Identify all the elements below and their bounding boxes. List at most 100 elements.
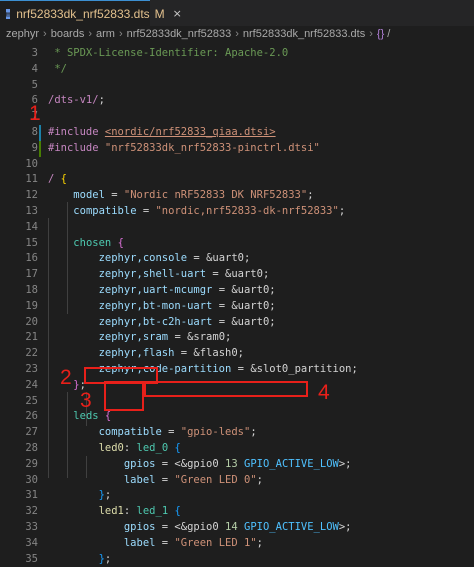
code-text: chosen {	[48, 236, 124, 252]
code-line[interactable]: 17 zephyr,shell-uart = &uart0;	[0, 267, 474, 283]
line-number: 13	[25, 205, 38, 217]
code-token: #include	[48, 126, 105, 138]
line-number: 35	[25, 552, 38, 565]
tab-active-file[interactable]: ▤ nrf52833dk_nrf52833.dts M ×	[0, 0, 182, 26]
line-number: 34	[25, 536, 38, 549]
code-line[interactable]: 12 model = "Nordic nRF52833 DK NRF52833"…	[0, 188, 474, 204]
code-line[interactable]: 21 zephyr,sram = &sram0;	[0, 330, 474, 346]
code-token: =	[168, 331, 188, 344]
code-line[interactable]: 14	[0, 220, 474, 236]
code-line[interactable]: 7	[0, 109, 474, 125]
git-change-marker[interactable]	[39, 125, 41, 141]
code-line[interactable]: 33 gpios = <&gpio0 14 GPIO_ACTIVE_LOW>;	[0, 520, 474, 536]
code-line[interactable]: 16 zephyr,console = &uart0;	[0, 251, 474, 267]
breadcrumb-item[interactable]: nrf52833dk_nrf52833	[127, 28, 232, 40]
code-text: zephyr,sram = &sram0;	[48, 330, 232, 346]
code-line[interactable]: 9 #include "nrf52833dk_nrf52833-pinctrl.d…	[0, 140, 474, 157]
code-token: led0	[98, 442, 124, 454]
code-line[interactable]: 31 };	[0, 488, 474, 504]
code-line[interactable]: 19 zephyr,bt-mon-uart = &uart0;	[0, 299, 474, 315]
code-text: led0: led_0 {	[48, 441, 181, 457]
code-token: =	[212, 299, 232, 312]
code-line[interactable]: 5	[0, 78, 474, 94]
code-token: =	[161, 426, 181, 439]
code-token: gpios	[123, 457, 156, 470]
code-line[interactable]: 29 gpios = <&gpio0 13 GPIO_ACTIVE_LOW>;	[0, 457, 474, 473]
code-token: =	[155, 536, 175, 549]
breadcrumb-item[interactable]: boards	[51, 28, 85, 40]
code-text: label = "Green LED 1";	[48, 536, 263, 552]
code-line[interactable]: 10	[0, 157, 474, 173]
code-token: "Green LED 0"	[174, 473, 257, 486]
line-number: 18	[25, 284, 38, 296]
code-token: 13	[225, 457, 238, 470]
code-token: "Green LED 1"	[174, 536, 257, 549]
code-line[interactable]: 30 label = "Green LED 0";	[0, 473, 474, 489]
breadcrumb-item[interactable]: arm	[96, 28, 115, 40]
code-line[interactable]: 35 };	[0, 552, 474, 567]
code-text: compatible = "gpio-leds";	[48, 425, 257, 441]
code-token: &gpio0	[180, 521, 219, 533]
code-token: ;	[269, 284, 276, 296]
code-line[interactable]: 26 leds {	[0, 409, 474, 425]
code-line[interactable]: 32 led1: led_1 {	[0, 504, 474, 520]
breadcrumb: zephyr › boards › arm › nrf52833dk_nrf52833…	[0, 26, 474, 42]
code-line[interactable]: 34 label = "Green LED 1";	[0, 536, 474, 552]
annotation-number-2: 2	[60, 366, 72, 389]
symbol-node-icon: {}	[376, 28, 385, 40]
code-token: =	[174, 347, 194, 360]
line-number: 9	[31, 141, 38, 154]
code-text: zephyr,shell-uart = &uart0;	[48, 267, 270, 283]
code-line[interactable]: 15 chosen {	[0, 236, 474, 252]
code-token: zephyr,bt-c2h-uart	[98, 315, 213, 328]
line-number: 30	[25, 473, 38, 486]
breadcrumb-item[interactable]: nrf52833dk_nrf52833.dts	[243, 28, 365, 40]
code-token: "nrf52833dk_nrf52833-pinctrl.dtsi"	[104, 141, 320, 154]
code-token: * SPDX-License-Identifier: Apache-2.0	[48, 47, 289, 59]
code-line[interactable]: 22 zephyr,flash = &flash0;	[0, 346, 474, 362]
line-number: 16	[25, 252, 38, 265]
code-token: gpios	[123, 521, 156, 533]
breadcrumb-item[interactable]: zephyr	[6, 28, 39, 40]
code-text: };	[48, 488, 112, 504]
code-text: gpios = <&gpio0 14 GPIO_ACTIVE_LOW>;	[48, 520, 352, 536]
code-token: model	[73, 189, 105, 202]
code-line[interactable]: 27 compatible = "gpio-leds";	[0, 425, 474, 441]
code-token: compatible	[73, 205, 137, 217]
code-line[interactable]: 18 zephyr,uart-mcumgr = &uart0;	[0, 283, 474, 299]
code-line[interactable]: 20 zephyr,bt-c2h-uart = &uart0;	[0, 315, 474, 331]
line-number: 19	[25, 299, 38, 312]
code-line[interactable]: 13 compatible = "nordic,nrf52833-dk-nrf5…	[0, 204, 474, 220]
git-change-marker[interactable]	[39, 140, 41, 157]
code-token: <nordic/nrf52833_qiaa.dtsi>	[104, 126, 276, 138]
code-line[interactable]: 3 * SPDX-License-Identifier: Apache-2.0	[0, 46, 474, 62]
code-token: &flash0	[193, 347, 238, 360]
line-number: 25	[25, 394, 38, 407]
code-text: label = "Green LED 0";	[48, 473, 263, 489]
code-line[interactable]: 8 #include <nordic/nrf52833_qiaa.dtsi>	[0, 125, 474, 141]
breadcrumb-item[interactable]: /	[387, 28, 390, 40]
close-icon[interactable]: ×	[173, 7, 182, 20]
code-token: {	[174, 442, 181, 454]
line-number: 32	[25, 505, 38, 518]
line-number: 4	[31, 62, 38, 75]
code-token: zephyr,flash	[98, 347, 175, 360]
code-line[interactable]: 4 */	[0, 62, 474, 78]
code-text: };	[48, 552, 112, 567]
code-token: = <	[155, 457, 181, 470]
annotation-number-1: 1	[29, 102, 41, 125]
code-token: :	[123, 442, 137, 454]
line-number: 23	[25, 363, 38, 375]
code-line[interactable]: 6/dts-v1/;	[0, 93, 474, 109]
code-editor[interactable]: 3 * SPDX-License-Identifier: Apache-2.0 4…	[0, 44, 474, 565]
code-line[interactable]: 11 / {	[0, 172, 474, 188]
line-number: 33	[25, 521, 38, 533]
line-number: 24	[25, 378, 38, 391]
code-line[interactable]: 28 led0: led_0 {	[0, 441, 474, 457]
